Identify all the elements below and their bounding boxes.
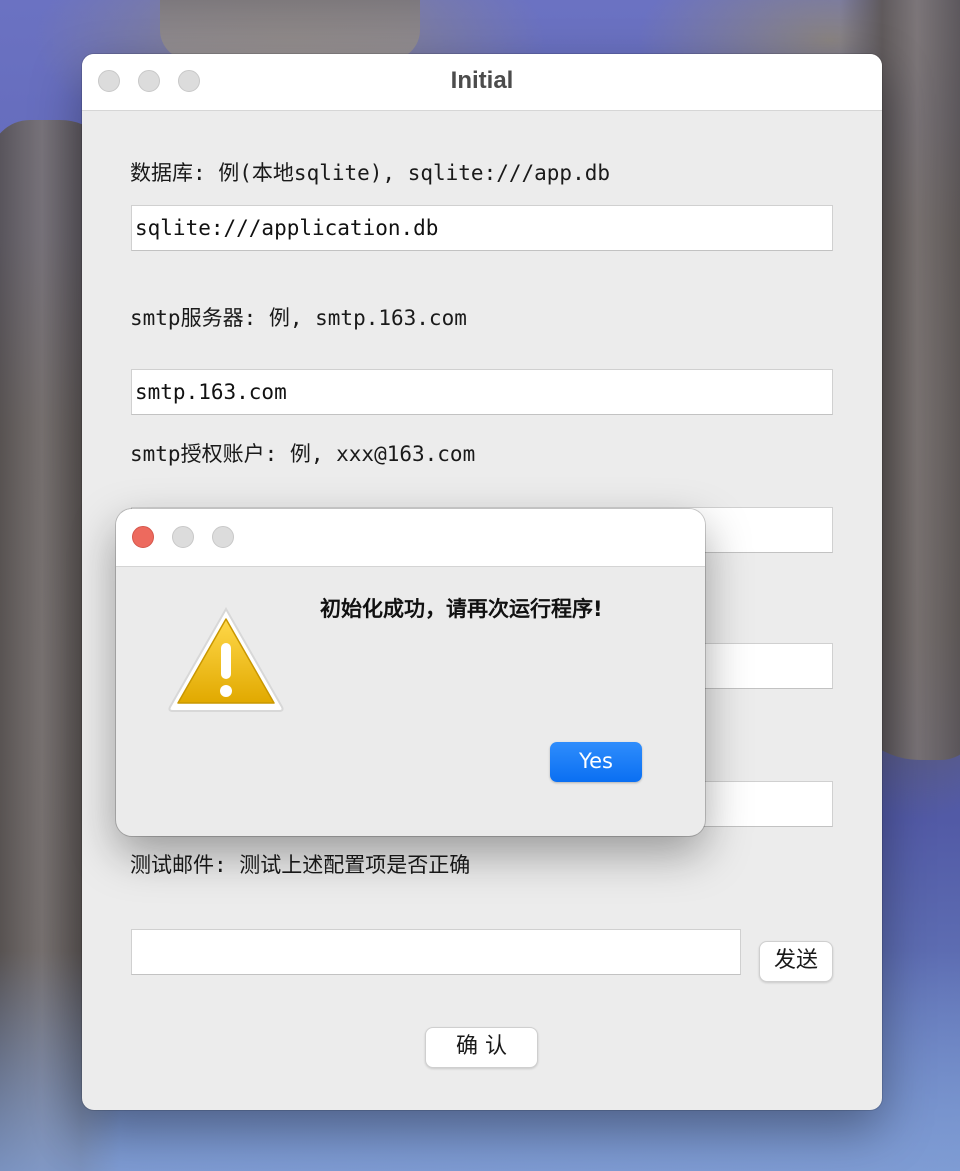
smtp-account-label: smtp授权账户: 例, xxx@163.com <box>130 442 476 466</box>
smtp-server-input[interactable] <box>131 369 833 415</box>
dialog-minimize-button[interactable] <box>172 526 194 548</box>
alert-dialog: 初始化成功，请再次运行程序! Yes <box>116 509 705 836</box>
dialog-close-button[interactable] <box>132 526 154 548</box>
wallpaper-rock-top <box>160 0 420 60</box>
yes-button[interactable]: Yes <box>550 742 642 782</box>
smtp-server-label: smtp服务器: 例, smtp.163.com <box>130 306 467 330</box>
confirm-button[interactable]: 确 认 <box>425 1027 538 1068</box>
test-mail-label: 测试邮件: 测试上述配置项是否正确 <box>130 853 471 877</box>
send-button[interactable]: 发送 <box>759 941 833 982</box>
warning-icon <box>168 606 284 712</box>
dialog-message: 初始化成功，请再次运行程序! <box>320 597 603 621</box>
database-label: 数据库: 例(本地sqlite), sqlite:///app.db <box>130 161 611 185</box>
window-titlebar[interactable]: Initial <box>82 54 882 111</box>
dialog-zoom-button[interactable] <box>212 526 234 548</box>
database-input[interactable] <box>131 205 833 251</box>
dialog-titlebar[interactable] <box>116 509 705 567</box>
test-mail-input[interactable] <box>131 929 741 975</box>
window-title: Initial <box>450 67 514 94</box>
